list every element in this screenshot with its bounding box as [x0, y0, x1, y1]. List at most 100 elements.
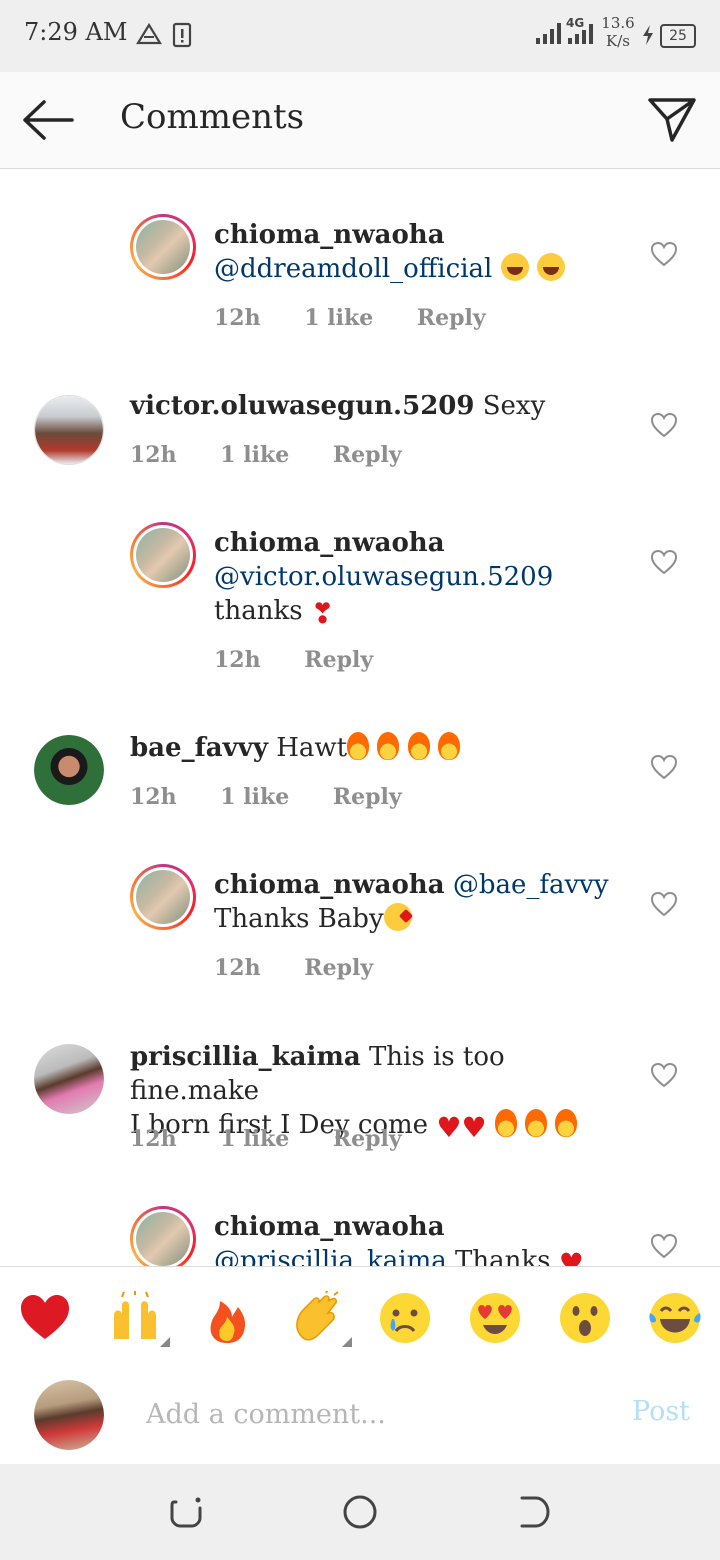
heart-outline-icon[interactable] [650, 1062, 678, 1088]
comment-mention[interactable]: @priscillia_kaima [214, 1246, 447, 1266]
comment-text: bae_favvy Hawt [130, 731, 630, 765]
back-arrow-icon[interactable] [20, 98, 76, 142]
heart-emoji: ♥ [558, 1247, 584, 1267]
comment-username[interactable]: chioma_nwaoha [214, 528, 445, 558]
avatar[interactable] [130, 214, 196, 280]
comment-time: 12h [214, 955, 261, 981]
kiss-emoji [383, 903, 412, 931]
tears-of-joy-emoji-button[interactable] [648, 1291, 702, 1345]
comment-meta: 12h Reply [214, 647, 409, 673]
avatar[interactable] [34, 735, 104, 805]
comments-list[interactable]: chioma_nwaoha @ddreamdoll_official 12h 1… [0, 169, 720, 1266]
comment-body: Thanks [455, 1246, 551, 1266]
heart-outline-icon[interactable] [650, 412, 678, 438]
comment-time: 12h [214, 647, 261, 673]
comment-username[interactable]: victor.oluwasegun.5209 [130, 391, 474, 421]
network-speed: 13.6 K/s [601, 14, 635, 50]
back-nav-icon[interactable] [516, 1494, 552, 1530]
header: Comments [0, 72, 720, 169]
reply-button[interactable]: Reply [333, 442, 402, 468]
status-bar: 7:29 AM 4G 13.6 K/s 25 [0, 0, 720, 72]
heart-outline-icon[interactable] [650, 1233, 678, 1259]
comment-mention[interactable]: @ddreamdoll_official [214, 254, 492, 284]
fire-emoji [437, 732, 460, 760]
heart-outline-icon[interactable] [650, 241, 678, 267]
comment-likes[interactable]: 1 like [220, 1126, 289, 1152]
comment-text: chioma_nwaoha @victor.oluwasegun.5209 th… [214, 526, 634, 628]
comment-text: chioma_nwaoha @priscillia_kaima Thanks ♥ [214, 1210, 634, 1266]
fire-emoji [555, 1109, 578, 1137]
fire-emoji [525, 1109, 548, 1137]
crying-face-emoji-button[interactable] [378, 1291, 432, 1345]
surprised-face-emoji-button[interactable] [558, 1291, 612, 1345]
comment-input[interactable] [144, 1391, 588, 1437]
post-button[interactable]: Post [632, 1396, 690, 1427]
heart-outline-icon[interactable] [650, 891, 678, 917]
heart-exclamation-emoji: ❣ [310, 597, 335, 630]
comment-body: Sexy [482, 391, 546, 421]
comment-mention[interactable]: @bae_favvy [453, 870, 609, 900]
comment-username[interactable]: chioma_nwaoha [214, 1212, 445, 1242]
variant-indicator [342, 1337, 352, 1347]
comment-composer: Post [0, 1363, 720, 1464]
heart-emoji: ♥ [461, 1111, 487, 1144]
comment-likes[interactable]: 1 like [220, 442, 289, 468]
system-nav-bar [0, 1464, 720, 1560]
fire-emoji [407, 732, 430, 760]
reply-button[interactable]: Reply [304, 647, 373, 673]
drive-notification-icon [136, 22, 162, 45]
laugh-emoji [500, 253, 529, 281]
comment-text: chioma_nwaoha @bae_favvy Thanks Baby [214, 868, 634, 936]
signal-icon-secondary [568, 24, 593, 44]
comment-body: Hawt [276, 733, 348, 763]
comment-likes[interactable]: 1 like [220, 784, 289, 810]
charging-icon [643, 25, 653, 45]
avatar[interactable] [130, 1206, 196, 1266]
fire-emoji [347, 732, 370, 760]
comment-meta: 12h 1 like Reply [130, 1126, 438, 1152]
fire-emoji [494, 1109, 517, 1137]
reply-button[interactable]: Reply [333, 784, 402, 810]
avatar[interactable] [130, 864, 196, 930]
reply-button[interactable]: Reply [417, 305, 486, 331]
raising-hands-emoji-button[interactable] [108, 1291, 162, 1345]
reply-button[interactable]: Reply [304, 955, 373, 981]
current-user-avatar [34, 1380, 104, 1450]
clapping-hands-emoji-button[interactable] [290, 1291, 344, 1345]
comment-time: 12h [130, 784, 177, 810]
comment-username[interactable]: chioma_nwaoha [214, 220, 445, 250]
comment-text: chioma_nwaoha @ddreamdoll_official [214, 218, 634, 286]
avatar[interactable] [34, 395, 104, 465]
heart-outline-icon[interactable] [650, 754, 678, 780]
comment-time: 12h [214, 305, 261, 331]
comment-body: Thanks Baby [214, 904, 384, 934]
fire-emoji [377, 732, 400, 760]
heart-eyes-emoji-button[interactable] [468, 1291, 522, 1345]
recent-apps-icon[interactable] [168, 1494, 204, 1530]
comment-username[interactable]: bae_favvy [130, 733, 268, 763]
status-time: 7:29 AM [24, 18, 128, 46]
comment-body: thanks [214, 596, 303, 626]
comment-meta: 12h 1 like Reply [214, 305, 522, 331]
fire-emoji-button[interactable] [200, 1291, 254, 1345]
comment-meta: 12h Reply [214, 955, 409, 981]
direct-share-icon[interactable] [644, 94, 700, 146]
home-icon[interactable] [342, 1494, 378, 1530]
comment-time: 12h [130, 1126, 177, 1152]
comment-meta: 12h 1 like Reply [130, 784, 438, 810]
comment-username[interactable]: chioma_nwaoha [214, 870, 445, 900]
emoji-quick-bar [0, 1266, 720, 1364]
comment-likes[interactable]: 1 like [304, 305, 373, 331]
reply-button[interactable]: Reply [333, 1126, 402, 1152]
variant-indicator [160, 1337, 170, 1347]
avatar[interactable] [34, 1044, 104, 1114]
heart-emoji: ♥ [436, 1111, 462, 1144]
avatar[interactable] [130, 522, 196, 588]
red-heart-emoji-button[interactable] [18, 1291, 72, 1345]
comment-mention[interactable]: @victor.oluwasegun.5209 [214, 562, 553, 592]
heart-outline-icon[interactable] [650, 549, 678, 575]
laugh-emoji [536, 253, 565, 281]
comment-username[interactable]: priscillia_kaima [130, 1042, 361, 1072]
comment-text: victor.oluwasegun.5209 Sexy [130, 389, 630, 423]
page-title: Comments [120, 97, 305, 137]
